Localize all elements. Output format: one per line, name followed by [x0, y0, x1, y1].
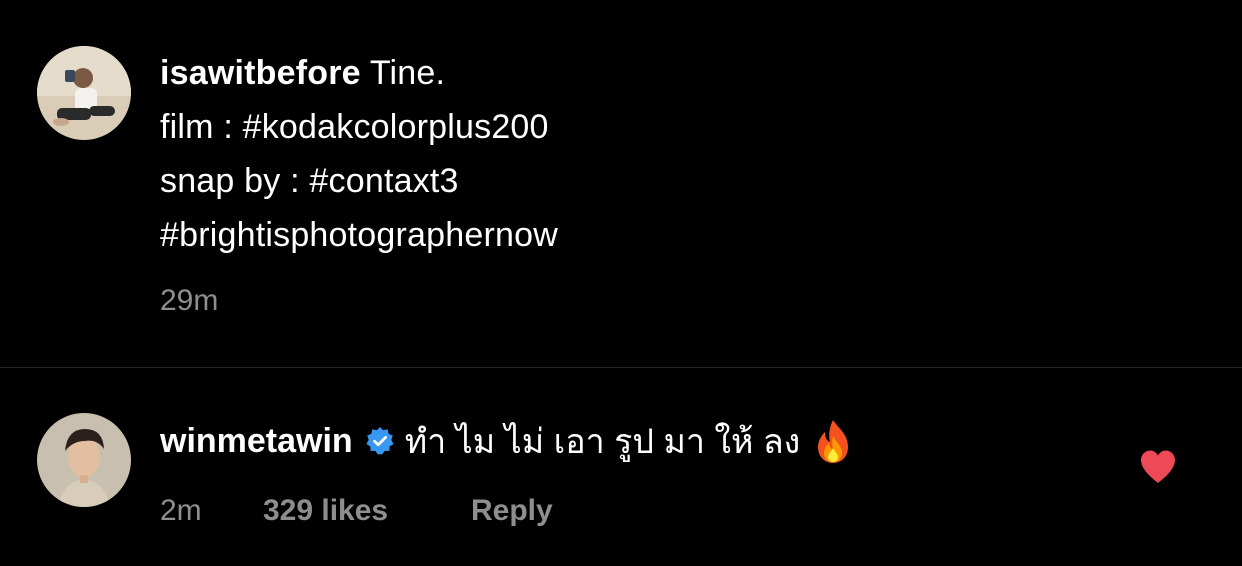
divider [0, 367, 1242, 368]
caption-text: Tine. [360, 54, 446, 92]
comment-likes-count[interactable]: 329 likes [263, 494, 388, 528]
caption-line-snap[interactable]: snap by : #contaxt3 [160, 154, 558, 208]
comments-screen: isawitbefore Tine. film : #kodakcolorplu… [0, 0, 1242, 566]
comment-timestamp: 2m [160, 494, 202, 527]
verified-badge-icon [365, 426, 395, 456]
user-avatar-icon [37, 413, 131, 507]
reply-button[interactable]: Reply [471, 494, 553, 528]
comment-avatar[interactable] [37, 413, 131, 507]
comment-username[interactable]: winmetawin [160, 422, 353, 461]
caption-first-line: isawitbefore Tine. [160, 46, 558, 100]
comment: winmetawin ทำ ไม ไม่ เอา รูป มา ให้ ลง [160, 414, 852, 468]
fire-emoji-icon [814, 418, 852, 464]
caption-username[interactable]: isawitbefore [160, 54, 361, 92]
heart-icon[interactable] [1139, 449, 1177, 485]
caption-avatar[interactable] [37, 46, 131, 140]
caption-line-film[interactable]: film : #kodakcolorplus200 [160, 100, 558, 154]
user-avatar-icon [37, 46, 131, 140]
caption: isawitbefore Tine. film : #kodakcolorplu… [160, 46, 558, 262]
caption-line-hashtag[interactable]: #brightisphotographernow [160, 208, 558, 262]
comment-text: ทำ ไม ไม่ เอา รูป มา ให้ ลง [404, 423, 801, 461]
caption-timestamp: 29m [160, 284, 219, 317]
